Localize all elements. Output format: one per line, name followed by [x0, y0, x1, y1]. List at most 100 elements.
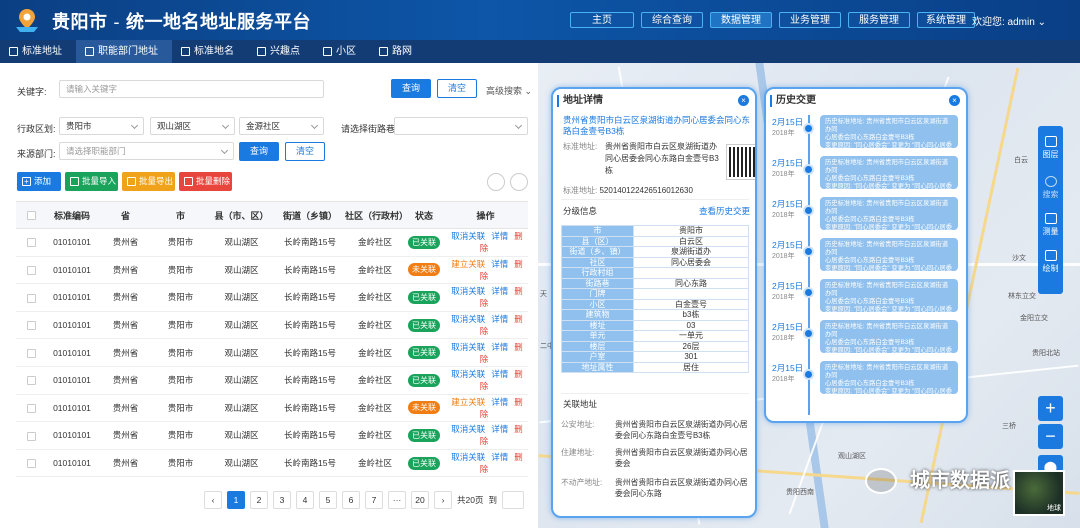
cell-status: 已关联	[405, 421, 443, 450]
row-checkbox[interactable]	[16, 311, 46, 340]
nav-system[interactable]: 系统管理	[917, 12, 975, 28]
page-button[interactable]: 6	[342, 491, 360, 509]
history-card[interactable]: 历史标准地址: 贵州省贵阳市白云区泉湖街道办同 心居委会同心东路白金壹号B3栋 变更…	[820, 115, 958, 157]
page-button[interactable]: 20	[411, 491, 429, 509]
nav-home[interactable]: 主页	[570, 12, 634, 28]
row-checkbox[interactable]	[16, 449, 46, 478]
city-select[interactable]: 贵阳市	[59, 117, 144, 135]
row-checkbox[interactable]	[16, 283, 46, 312]
link-toggle-button[interactable]: 建立关联	[451, 259, 485, 269]
detail-button[interactable]: 详情	[491, 369, 508, 379]
detail-button[interactable]: 详情	[491, 424, 508, 434]
measure-tool[interactable]: 测量	[1038, 213, 1063, 237]
page-button[interactable]: 4	[296, 491, 314, 509]
detail-button[interactable]: 详情	[491, 452, 508, 462]
link-toggle-button[interactable]: 建立关联	[451, 397, 485, 407]
detail-button[interactable]: 详情	[491, 397, 508, 407]
query-button-2[interactable]: 查询	[239, 142, 279, 161]
search-tool[interactable]: 搜索	[1038, 176, 1063, 200]
history-card[interactable]: 历史标准地址: 贵州省贵阳市白云区泉湖街道办同 心居委会同心东路白金壹号B3栋 变更…	[820, 197, 958, 239]
close-icon[interactable]: ×	[949, 95, 960, 106]
detail-button[interactable]: 详情	[491, 231, 508, 241]
batch-export-button[interactable]: 批量导出	[122, 172, 175, 191]
link-toggle-button[interactable]: 取消关联	[451, 286, 485, 296]
district-select[interactable]: 观山湖区	[150, 117, 235, 135]
add-button[interactable]: + 添加	[17, 172, 61, 191]
page-button[interactable]: 3	[273, 491, 291, 509]
batch-delete-button[interactable]: 批量删除	[179, 172, 232, 191]
prev-page-button[interactable]: ‹	[204, 491, 222, 509]
related-police: 公安地址: 贵州省贵阳市白云区泉湖街道办同心居委会同心东路白金壹号B3栋	[561, 420, 748, 440]
history-card[interactable]: 历史标准地址: 贵州省贵阳市白云区泉湖街道办同 心居委会同心东路白金壹号B3栋 变更…	[820, 156, 958, 198]
level-value: 301	[633, 351, 749, 363]
page-button[interactable]: 2	[250, 491, 268, 509]
tab-community[interactable]: 小区	[314, 40, 370, 63]
address-table: 标准编码 省 市 县（市、区） 街道（乡镇） 社区（行政村） 状态 操作 010…	[16, 201, 528, 478]
nav-data[interactable]: 数据管理	[710, 12, 772, 28]
street-label: 请选择街路巷:	[341, 124, 398, 134]
tab-road[interactable]: 路网	[370, 40, 426, 63]
link-toggle-button[interactable]: 取消关联	[451, 452, 485, 462]
street-select[interactable]	[394, 117, 528, 135]
tab-dept-address[interactable]: 职能部门地址	[76, 40, 172, 63]
tab-poi[interactable]: 兴趣点	[248, 40, 314, 63]
clear-button[interactable]: 清空	[437, 79, 477, 98]
nav-query[interactable]: 综合查询	[641, 12, 703, 28]
refresh-icon[interactable]	[487, 173, 505, 191]
view-history-link[interactable]: 查看历史交更	[699, 205, 750, 217]
goto-label: 到	[488, 495, 497, 505]
tab-standard-place[interactable]: 标准地名	[172, 40, 248, 63]
history-card[interactable]: 历史标准地址: 贵州省贵阳市白云区泉湖街道办同 心居委会同心东路白金壹号B3栋 变更…	[820, 279, 958, 321]
page-button[interactable]: ···	[388, 491, 406, 509]
link-toggle-button[interactable]: 取消关联	[451, 424, 485, 434]
row-checkbox[interactable]	[16, 338, 46, 367]
cell-province: 贵州省	[98, 283, 153, 312]
clock-icon	[803, 287, 814, 298]
query-button[interactable]: 查询	[391, 79, 431, 98]
batch-import-button[interactable]: 批量导入	[65, 172, 118, 191]
list-icon	[85, 47, 94, 56]
next-page-button[interactable]: ›	[434, 491, 452, 509]
zoom-in-button[interactable]: +	[1038, 396, 1063, 421]
basemap-thumbnail[interactable]: 地球	[1013, 470, 1065, 516]
row-checkbox[interactable]	[16, 394, 46, 423]
link-toggle-button[interactable]: 取消关联	[451, 342, 485, 352]
page-button[interactable]: 1	[227, 491, 245, 509]
history-card[interactable]: 历史标准地址: 贵州省贵阳市白云区泉湖街道办同 心居委会同心东路白金壹号B3栋 变更…	[820, 361, 958, 403]
col-province: 省	[98, 201, 153, 229]
nav-business[interactable]: 业务管理	[779, 12, 841, 28]
draw-tool[interactable]: 绘制	[1038, 250, 1063, 274]
settings-icon[interactable]	[510, 173, 528, 191]
zoom-out-button[interactable]: −	[1038, 424, 1063, 449]
row-checkbox[interactable]	[16, 421, 46, 450]
clear-button-2[interactable]: 清空	[285, 142, 325, 161]
level-key: 楼址	[561, 319, 634, 331]
row-checkbox[interactable]	[16, 256, 46, 285]
row-checkbox[interactable]	[16, 366, 46, 395]
cell-community: 金岭社区	[345, 394, 405, 423]
community-select[interactable]: 金源社区	[239, 117, 324, 135]
detail-button[interactable]: 详情	[491, 314, 508, 324]
tab-standard-address[interactable]: 标准地址	[0, 40, 76, 63]
detail-button[interactable]: 详情	[491, 259, 508, 269]
row-checkbox[interactable]	[16, 228, 46, 257]
page-button[interactable]: 7	[365, 491, 383, 509]
keyword-input[interactable]: 请输入关键字	[59, 80, 324, 98]
history-card[interactable]: 历史标准地址: 贵州省贵阳市白云区泉湖街道办同 心居委会同心东路白金壹号B3栋 变更…	[820, 238, 958, 280]
link-toggle-button[interactable]: 取消关联	[451, 231, 485, 241]
advanced-search-link[interactable]: 高级搜索 ⌄	[486, 84, 532, 97]
user-menu[interactable]: 欢迎您: admin ⌄	[972, 13, 1046, 28]
detail-button[interactable]: 详情	[491, 286, 508, 296]
history-card[interactable]: 历史标准地址: 贵州省贵阳市白云区泉湖街道办同 心居委会同心东路白金壹号B3栋 变更…	[820, 320, 958, 362]
layer-tool[interactable]: 图层	[1038, 136, 1063, 160]
goto-page-input[interactable]	[501, 491, 524, 509]
link-toggle-button[interactable]: 取消关联	[451, 369, 485, 379]
history-item: 2月15日 2018年 历史标准地址: 贵州省贵阳市白云区泉湖街道办同 心居委会同心东…	[766, 279, 966, 321]
select-all-checkbox[interactable]	[16, 201, 46, 229]
dept-select[interactable]: 请选择职能部门	[59, 142, 234, 160]
link-toggle-button[interactable]: 取消关联	[451, 314, 485, 324]
page-button[interactable]: 5	[319, 491, 337, 509]
close-icon[interactable]: ×	[738, 95, 749, 106]
nav-service[interactable]: 服务管理	[848, 12, 910, 28]
detail-button[interactable]: 详情	[491, 342, 508, 352]
